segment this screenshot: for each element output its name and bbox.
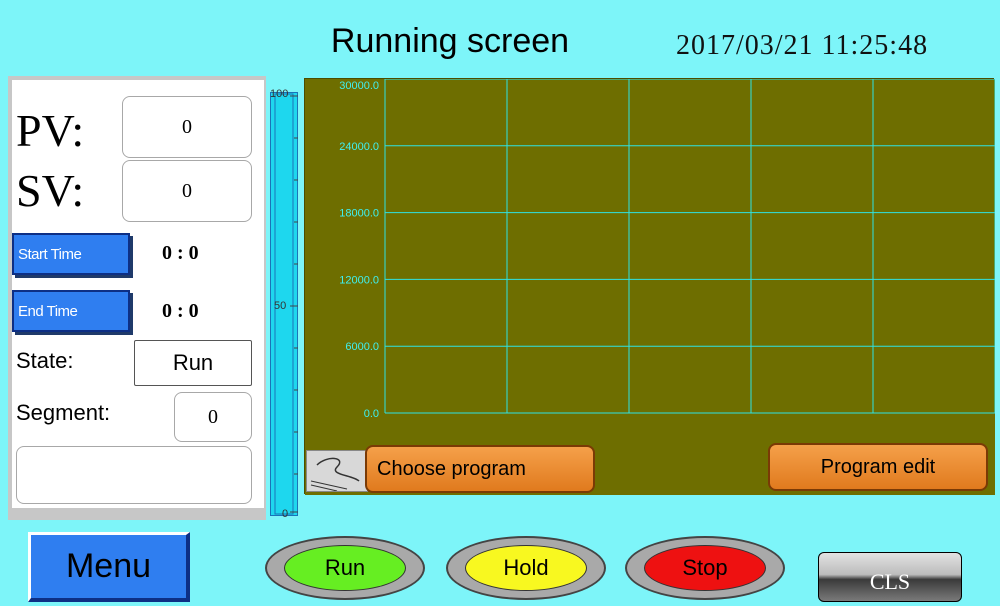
menu-button[interactable]: Menu [28,532,190,602]
stop-button-label: Stop [644,545,766,591]
trend-chart: 30000.0 24000.0 18000.0 12000.0 6000.0 0.0 [304,78,996,495]
pv-label: PV: [16,105,85,156]
gauge-tick-mid: 50 [274,300,287,312]
start-time-value: 0 : 0 [162,242,199,264]
gauge-tick-max: 100 [270,88,289,100]
chart-y-tick-label: 30000.0 [339,80,379,92]
chart-y-tick-label: 6000.0 [345,341,379,353]
segment-value-field[interactable]: 0 [174,392,252,442]
message-field [16,446,252,504]
chart-y-tick-label: 24000.0 [339,141,379,153]
stop-button[interactable]: Stop [625,536,785,600]
chart-y-tick-label: 18000.0 [339,208,379,220]
run-button-label: Run [284,545,406,591]
run-button[interactable]: Run [265,536,425,600]
chart-y-tick-label: 0.0 [364,408,379,420]
datetime-display: 2017/03/21 11:25:48 [676,30,929,61]
state-value-field: Run [134,340,252,386]
pv-value-field[interactable]: 0 [122,96,252,158]
sv-value-field[interactable]: 0 [122,160,252,222]
end-time-value: 0 : 0 [162,300,199,322]
start-time-button[interactable]: Start Time [12,233,130,275]
choose-program-button[interactable]: Choose program [365,445,595,493]
sv-label: SV: [16,165,85,216]
end-time-button[interactable]: End Time [12,290,130,332]
chart-y-tick-label: 12000.0 [339,274,379,286]
segment-label: Segment: [16,400,111,425]
chart-scroll-icon[interactable] [306,450,368,492]
chart-background [305,79,995,495]
state-label: State: [16,348,74,373]
hold-button-label: Hold [465,545,587,591]
program-edit-button[interactable]: Program edit [768,443,988,491]
hold-button[interactable]: Hold [446,536,606,600]
gauge-tick-min: 0 [282,508,289,520]
cls-button[interactable]: CLS [818,552,962,602]
